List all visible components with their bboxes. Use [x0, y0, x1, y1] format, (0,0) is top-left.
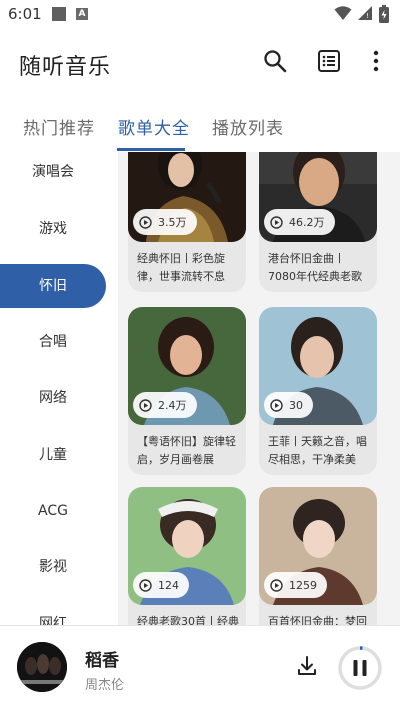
sidebar-item-influencer[interactable]: 网红 [0, 602, 106, 625]
play-count-badge: 1259 [264, 572, 327, 598]
app-title: 随听音乐 [19, 55, 112, 80]
search-icon[interactable] [262, 48, 288, 74]
playlist-title: 【粤语怀旧】旋律轻启，岁月画卷展 [137, 435, 236, 466]
status-bar: 6:01 A ! [0, 0, 400, 28]
album-art[interactable] [17, 642, 67, 692]
sidebar-item-concert[interactable]: 演唱会 [0, 152, 106, 194]
list-icon[interactable] [316, 48, 342, 74]
sidebar-item-film[interactable]: 影视 [0, 545, 106, 589]
playlist-title: 王菲丨天籁之音，唱尽相思，干净柔美 [268, 435, 367, 466]
wifi-icon [334, 6, 352, 20]
play-count-icon [139, 578, 152, 592]
app-bar: 随听音乐 [0, 28, 400, 98]
mini-player[interactable]: 稻香 周杰伦 [0, 625, 400, 711]
playlist-card[interactable]: 30 王菲丨天籁之音，唱尽相思，干净柔美 [259, 307, 377, 475]
sidebar-item-acg[interactable]: ACG [0, 489, 106, 533]
playlist-cover: 46.2万 [259, 152, 377, 242]
play-count-badge: 124 [133, 572, 189, 598]
signal-icon: ! [357, 6, 372, 20]
play-count-icon [270, 398, 283, 412]
playlist-title: 经典老歌30首丨经典怀旧 [137, 615, 239, 625]
pause-icon[interactable] [337, 645, 383, 691]
more-vert-icon[interactable] [363, 48, 389, 74]
tab-indicator [117, 148, 185, 151]
play-count: 30 [289, 398, 303, 412]
play-count-badge: 46.2万 [264, 209, 335, 235]
play-count-icon [139, 398, 152, 412]
tab-bar: 热门推荐 歌单大全 播放列表 [0, 98, 400, 152]
playlist-title: 港台怀旧金曲丨7080年代经典老歌 [268, 252, 362, 283]
playlist-cover: 2.4万 [128, 307, 246, 425]
play-count-icon [139, 215, 152, 229]
sidebar-item-children[interactable]: 儿童 [0, 433, 106, 477]
play-count-badge: 2.4万 [133, 392, 197, 418]
playlist-card[interactable]: 1259 百首怀旧金曲：梦回 [259, 487, 377, 625]
play-count: 1259 [289, 578, 317, 592]
playlist-card[interactable]: 124 经典老歌30首丨经典怀旧 [128, 487, 246, 625]
play-count-badge: 3.5万 [133, 209, 197, 235]
sidebar-item-nostalgia[interactable]: 怀旧 [0, 264, 106, 308]
download-icon[interactable] [295, 654, 319, 678]
playlist-title: 经典怀旧丨彩色旋律，世事流转不息 [137, 252, 225, 283]
sidebar-item-network[interactable]: 网络 [0, 376, 106, 420]
square-icon [52, 7, 66, 21]
play-count: 46.2万 [289, 216, 325, 229]
playlist-card[interactable]: 46.2万 港台怀旧金曲丨7080年代经典老歌 [259, 152, 377, 292]
svg-text:!: ! [366, 12, 369, 20]
status-time: 6:01 [8, 5, 42, 23]
playlist-cover: 3.5万 [128, 152, 246, 242]
playlist-title: 百首怀旧金曲：梦回 [268, 615, 367, 625]
playlist-cover: 1259 [259, 487, 377, 605]
system-status-icons: ! [334, 5, 390, 23]
sidebar-item-game[interactable]: 游戏 [0, 207, 106, 251]
song-artist: 周杰伦 [85, 678, 125, 693]
sidebar-item-chorus[interactable]: 合唱 [0, 320, 106, 364]
play-count-badge: 30 [264, 392, 313, 418]
playlist-cover: 124 [128, 487, 246, 605]
song-title: 稻香 [85, 651, 119, 671]
play-count: 2.4万 [158, 399, 187, 412]
playlist-card[interactable]: 2.4万 【粤语怀旧】旋律轻启，岁月画卷展 [128, 307, 246, 475]
tab-hot-recommend[interactable]: 热门推荐 [23, 114, 95, 139]
playlist-grid[interactable]: 3.5万 经典怀旧丨彩色旋律，世事流转不息 46.2万 港台怀旧金曲丨7080年… [118, 152, 400, 625]
play-count-icon [270, 215, 283, 229]
category-sidebar[interactable]: 演唱会 游戏 怀旧 合唱 网络 儿童 ACG 影视 网红 [0, 152, 118, 625]
tab-play-queue[interactable]: 播放列表 [212, 114, 284, 139]
play-count: 3.5万 [158, 216, 187, 229]
play-count: 124 [158, 578, 179, 592]
a-icon: A [76, 8, 88, 20]
playlist-card[interactable]: 3.5万 经典怀旧丨彩色旋律，世事流转不息 [128, 152, 246, 292]
battery-icon [379, 5, 389, 23]
tab-playlists[interactable]: 歌单大全 [118, 114, 190, 139]
playlist-cover: 30 [259, 307, 377, 425]
play-count-icon [270, 578, 283, 592]
